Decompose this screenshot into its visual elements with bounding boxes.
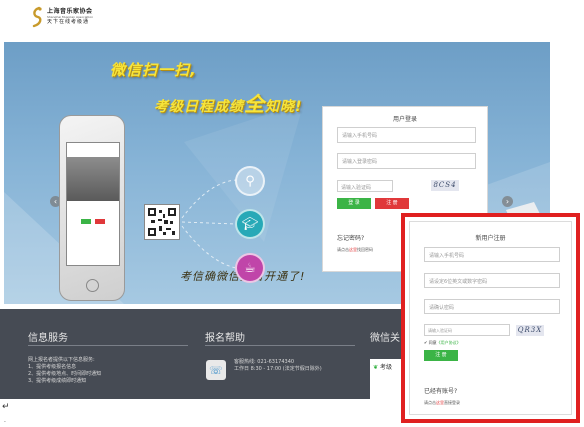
footer-info-line: 网上报名者提供以下信息服务: (28, 357, 95, 363)
user-agreement-link[interactable]: 《用户协议》 (437, 340, 461, 345)
footer-info-line: 2、提供考级地点、时间即时通知 (28, 371, 102, 377)
footer-info-line: 3、提供考级成绩即时通知 (28, 378, 87, 384)
footer-info-title: 信息服务 (28, 333, 68, 344)
register-password-input[interactable]: 请设定6位英文或数字密码 (424, 273, 560, 288)
logo-subtitle: 天下在线考级通 (47, 19, 90, 25)
register-title: 新用户注册 (475, 235, 506, 242)
login-here-link[interactable]: 这里 (436, 400, 444, 405)
graduation-cap-icon: 🎓︎ (235, 209, 265, 239)
footer-help-hours: 工作日 8:30 - 17:00 (法定节假日除外) (234, 366, 322, 372)
forgot-password-hint: 请点击这里找回密码 (337, 247, 373, 253)
footer-help-title: 报名帮助 (205, 333, 245, 344)
register-phone-input[interactable]: 请输入手机号码 (424, 247, 560, 262)
login-captcha-image[interactable]: 8CS4 (431, 180, 459, 191)
forgot-password-link[interactable]: 这里 (349, 247, 357, 252)
phone-icon: ☏ (206, 360, 226, 380)
footer-wechat-title: 微信关 (370, 333, 400, 344)
qr-code (144, 204, 180, 240)
slogan-schedule-suffix: 知晓! (265, 99, 303, 115)
logo-icon (32, 6, 42, 28)
checkbox-icon[interactable]: ✔ (424, 340, 427, 345)
phone-screen-header (67, 143, 119, 157)
register-captcha-image[interactable]: QR3X (516, 325, 544, 336)
phone-home-button (86, 279, 99, 292)
register-agree-label: 同意 (428, 340, 437, 345)
phone-screen (66, 142, 120, 266)
footer-info-list: 网上报名者提供以下信息服务: 1、提供考级报名信息 2、提供考级地点、时间即时通… (28, 357, 101, 385)
search-icon: ⚲ (235, 166, 265, 196)
footer-info-line: 1、提供考级报名信息 (28, 364, 77, 370)
cursor-dot-icon: · (4, 419, 6, 426)
forgot-hint-prefix: 请点击 (337, 247, 349, 252)
paragraph-mark-icon: ↵ (2, 402, 10, 412)
login-button[interactable]: 登 录 (337, 198, 371, 209)
login-phone-input[interactable]: 请输入手机号码 (337, 127, 476, 143)
register-confirm-input[interactable]: 请确认密码 (424, 299, 560, 314)
footer-help-contact: 客服热线: 021-63174340 工作日 8:30 - 17:00 (法定节… (234, 359, 322, 373)
slogan-scan: 微信扫一扫, (110, 61, 197, 79)
slogan-schedule-prefix: 考级日程成绩 (154, 99, 244, 115)
slogan-schedule-highlight: 全 (244, 92, 265, 116)
qr-code-icon (148, 208, 176, 236)
footer-wechat-label: 考级 (379, 364, 392, 371)
login-captcha-input[interactable]: 请输入验证码 (337, 180, 393, 192)
have-account-title: 已经有账号? (424, 388, 458, 395)
site-logo[interactable]: 上海音乐家协会 Shanghai Musician Association 天下… (30, 6, 93, 28)
coffee-cup-icon: ☕︎ (235, 253, 265, 283)
register-highlight-frame: 新用户注册 请输入手机号码 请设定6位英文或数字密码 请确认密码 请输入验证码 … (401, 213, 580, 423)
have-account-hint: 请点击这里直接登录 (424, 400, 460, 406)
page: 上海音乐家协会 Shanghai Musician Association 天下… (0, 0, 584, 427)
footer-divider (28, 345, 188, 346)
site-header: 上海音乐家协会 Shanghai Musician Association 天下… (0, 0, 584, 40)
footer-divider (205, 345, 355, 346)
forgot-password-title: 忘记密码? (337, 235, 365, 242)
phone-illustration (59, 115, 125, 301)
forgot-hint-suffix: 找回密码 (357, 247, 373, 252)
chevron-right-icon[interactable]: › (502, 196, 513, 207)
register-agree-row[interactable]: ✔ 同意《用户协议》 (424, 340, 461, 346)
have-hint-suffix: 直接登录 (444, 400, 460, 405)
phone-green-button (81, 219, 91, 224)
slogan-schedule: 考级日程成绩全知晓! (154, 88, 302, 117)
have-hint-prefix: 请点击 (424, 400, 436, 405)
login-title: 用户登录 (392, 116, 417, 123)
register-submit-button[interactable]: 注 册 (424, 350, 458, 361)
phone-red-button (95, 219, 105, 224)
register-captcha-input[interactable]: 请输入验证码 (424, 324, 510, 336)
login-password-input[interactable]: 请输入登录密码 (337, 153, 476, 169)
login-register-button[interactable]: 注 册 (375, 198, 409, 209)
phone-screen-photo (67, 157, 119, 201)
footer-help-phone: 客服热线: 021-63174340 (234, 359, 295, 365)
register-panel: 新用户注册 请输入手机号码 请设定6位英文或数字密码 请确认密码 请输入验证码 … (409, 221, 572, 415)
